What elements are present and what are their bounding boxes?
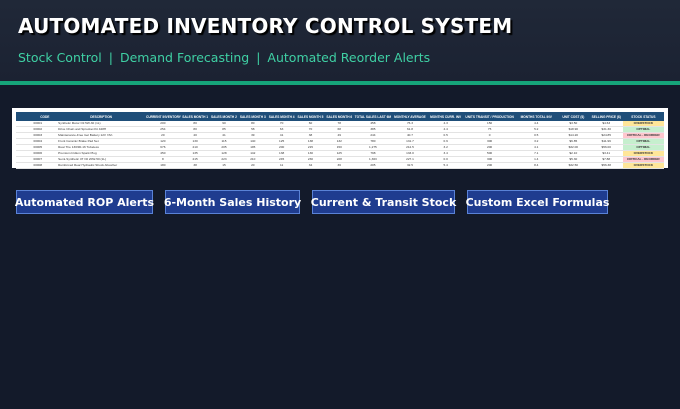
table-cell: 00008 [32,162,58,169]
column-header: UNIT COST ($) [556,112,590,121]
column-header: SALES MONTH 1 [180,112,210,121]
column-header: SALES MONTH 2 [209,112,239,121]
column-header: SALES MONTH 5 [296,112,325,121]
inventory-table: CODE DESCRIPTION CURRENT INVENTORY SALES… [16,112,664,169]
sales-history-button[interactable]: 6-Month Sales History [164,190,301,214]
subtitle-demand-forecasting: Demand Forecasting [119,50,250,65]
table-cell: 200 [463,162,516,169]
column-header: SALES MONTH 4 [267,112,297,121]
table-body: 00001 Synthetic Motor Oil 5W-30 (1L) 200 80… [16,121,664,169]
table-cell: $56.38 [589,162,623,169]
automated-rop-alerts-button[interactable]: Automated ROP Alerts [15,190,154,214]
table-cell: 180 [145,162,181,169]
table-cell: 11 [267,162,297,169]
table-cell: 20 [238,162,268,169]
table-cell: Reinforced Rear Hydraulic Shock Absorber [57,162,146,169]
column-header: MONTHS TOTAL INV [515,112,557,121]
column-header: SELLING PRICE ($) [589,112,623,121]
subtitle-separator: | [256,50,261,65]
subtitle-separator: | [108,50,113,65]
subtitle-stock-control: Stock Control [18,50,102,65]
table-cell: 205 [353,162,393,169]
column-header: DESCRIPTION [57,112,146,121]
subtitle-reorder-alerts: Automated Reorder Alerts [267,50,431,65]
table-header-row: CODE DESCRIPTION CURRENT INVENTORY SALES… [16,112,664,121]
current-transit-stock-button[interactable]: Current & Transit Stock [311,190,456,214]
column-header: TOTAL SALES LAST 6M [353,112,393,121]
row-marker-header [16,112,33,121]
table-cell: $32.50 [556,162,590,169]
table-cell: 34 [296,162,325,169]
column-header: CURRENT INVENTORY [145,112,181,121]
table-row: 00008 Reinforced Rear Hydraulic Shock Abs… [16,162,664,169]
page-title: AUTOMATED INVENTORY CONTROL SYSTEM [18,14,513,38]
column-header: UNITS TRANSIT / PRODUCTION [463,112,516,121]
header-banner: AUTOMATED INVENTORY CONTROL SYSTEM Stock… [0,0,680,82]
column-header: SALES MONTH 3 [238,112,268,121]
row-marker [16,162,33,169]
column-header: MONTHS CURR. INV [427,112,464,121]
table-cell: 8.4 [515,162,557,169]
column-header: MONTHLY AVERAGE [392,112,428,121]
column-header: STOCK STATUS [622,112,664,121]
column-header: SALES MONTH 6 [324,112,354,121]
accent-divider [0,81,680,85]
subtitle-tags: Stock Control | Demand Forecasting | Automat… [18,50,430,65]
table-cell: 38 [180,162,210,169]
spreadsheet-preview: CODE DESCRIPTION CURRENT INVENTORY SALES… [12,108,668,169]
table-cell: 32.5 [392,162,428,169]
stock-status-badge: OVERSTOCK [622,162,664,169]
column-header: CODE [32,112,58,121]
table-cell: 5.4 [427,162,464,169]
table-cell: 36 [324,162,354,169]
stock-status-badge: CRITICAL - REORDER [622,132,664,139]
custom-excel-formulas-button[interactable]: Custom Excel Formulas [466,190,609,214]
stock-status-badge: CRITICAL - REORDER [622,156,664,163]
table-cell: 15 [209,162,239,169]
